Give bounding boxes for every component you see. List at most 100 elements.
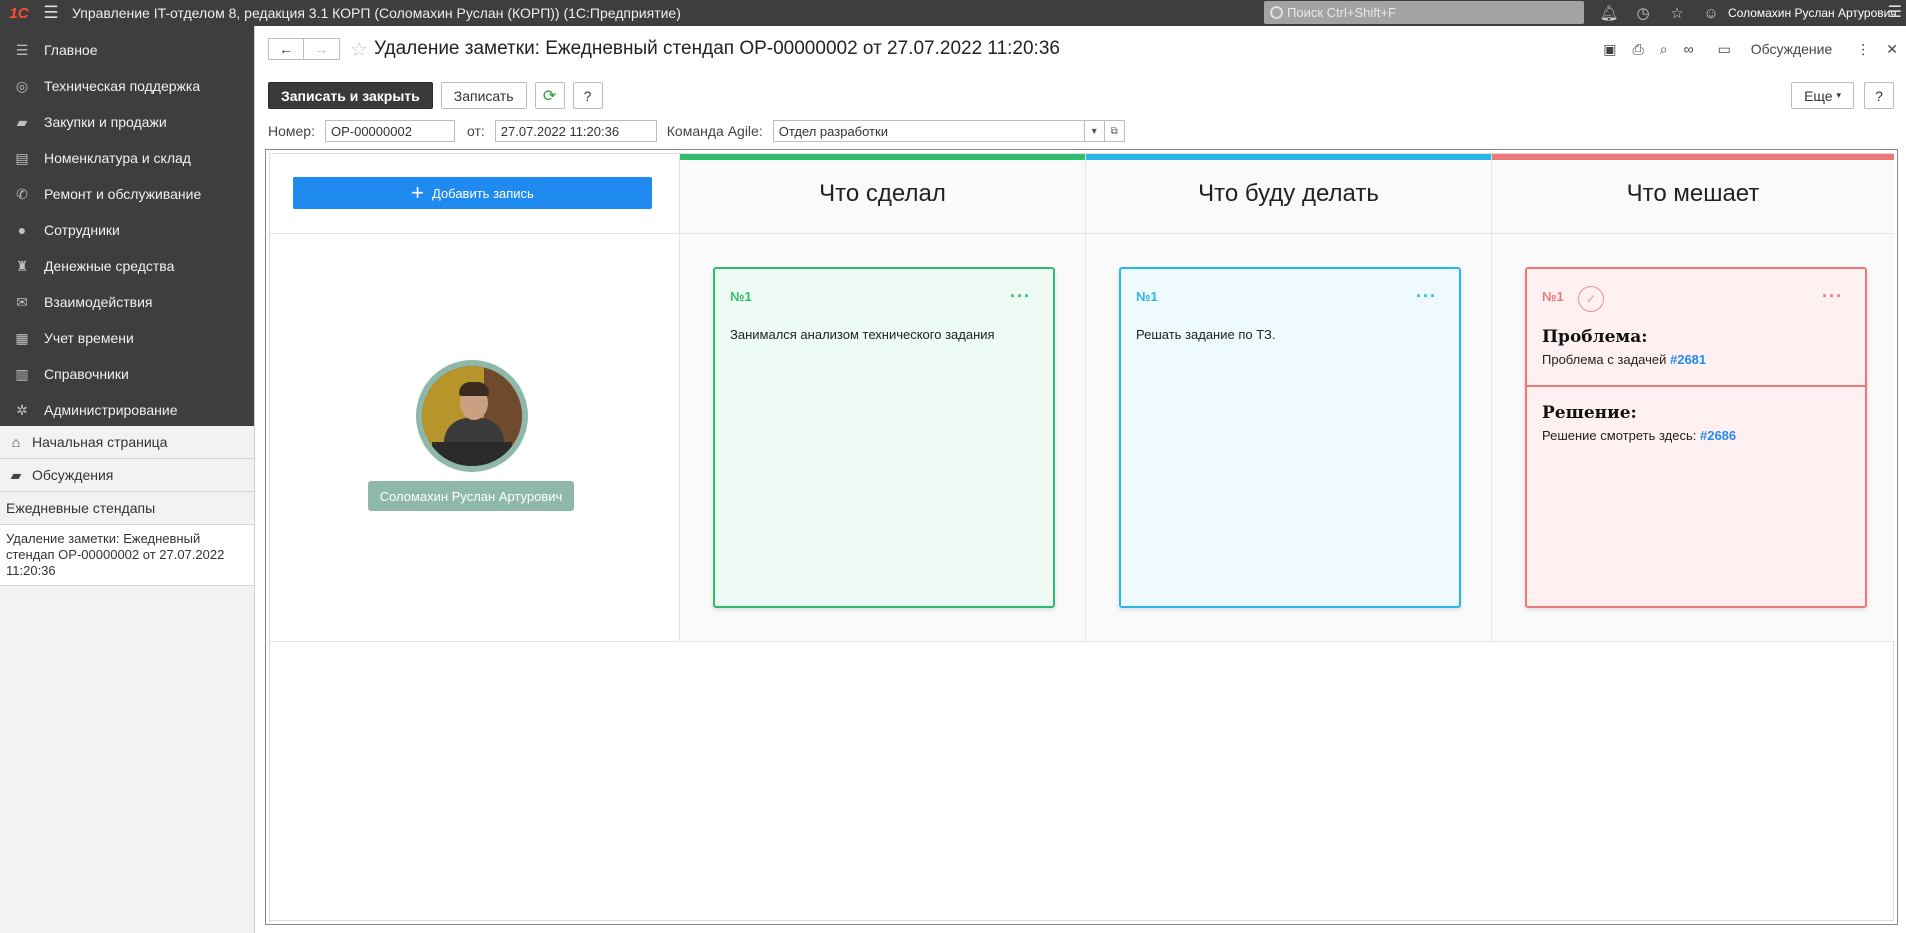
save-button[interactable]: Записать (440, 82, 527, 109)
solution-link[interactable]: #2686 (1700, 428, 1736, 443)
more-actions-icon[interactable]: ⋮ (1856, 41, 1870, 58)
section-support[interactable]: ◎ Техническая поддержка (0, 68, 254, 104)
section-references[interactable]: ▥ Справочники (0, 356, 254, 392)
form-title: Удаление заметки: Ежедневный стендап ОР-… (373, 38, 1060, 59)
global-search-input[interactable]: Поиск Ctrl+Shift+F (1264, 1, 1584, 24)
card-menu-icon[interactable]: ··· (1010, 286, 1031, 307)
problem-link[interactable]: #2681 (1670, 352, 1706, 367)
section-employees[interactable]: ● Сотрудники (0, 212, 254, 248)
card-menu-icon[interactable]: ··· (1822, 286, 1843, 307)
column-blockers-body: №1 ✓ ··· Проблема: Проблема с задачей #2… (1492, 234, 1894, 642)
problem-text: Проблема с задачей #2681 (1542, 352, 1707, 367)
column-done-stripe (680, 154, 1085, 160)
top-bar: 1С ☰ Управление IT-отделом 8, редакция 3… (0, 0, 1906, 26)
warehouse-icon: ▤ (15, 149, 29, 166)
card-number: №1 (730, 289, 752, 304)
column-done-header: Что сделал (680, 154, 1086, 234)
solution-text: Решение смотреть здесь: #2686 (1542, 428, 1737, 443)
card-text: Занимался анализом технического задания (730, 327, 995, 342)
employee-name[interactable]: Соломахин Руслан Артурович (368, 481, 574, 511)
home-icon: ⌂ (11, 434, 21, 450)
avatar-photo (422, 366, 522, 466)
close-icon[interactable]: ✕ (1886, 41, 1898, 58)
section-time[interactable]: ▦ Учет времени (0, 320, 254, 356)
date-label: от: (466, 123, 485, 139)
avatar (416, 360, 528, 472)
chevron-down-icon: ▾ (1836, 90, 1841, 100)
history-icon[interactable]: ◷ (1626, 4, 1660, 22)
refresh-icon[interactable]: ⟳ (534, 82, 565, 109)
section-interactions[interactable]: ✉ Взаимодействия (0, 284, 254, 320)
plus-icon: + (411, 180, 424, 205)
check-circle-icon[interactable]: ✓ (1578, 286, 1604, 312)
column-todo-stripe (1086, 154, 1491, 160)
help-button-right[interactable]: ? (1864, 82, 1894, 109)
card-menu-icon[interactable]: ··· (1416, 286, 1437, 307)
employee-cell: Соломахин Руслан Артурович (270, 234, 680, 642)
done-card[interactable]: №1 ··· Занимался анализом технического з… (713, 267, 1055, 608)
column-blockers-header: Что мешает (1492, 154, 1894, 234)
number-field[interactable]: ОР-00000002 (324, 120, 455, 142)
team-select[interactable]: Отдел разработки ▼ (772, 120, 1105, 142)
favorites-icon[interactable]: ☆ (1660, 4, 1694, 22)
date-field[interactable]: 27.07.2022 11:20:36 (494, 120, 657, 142)
search-placeholder: Поиск Ctrl+Shift+F (1287, 5, 1396, 20)
save-icon[interactable]: ▣ (1603, 41, 1616, 58)
number-label: Номер: (268, 123, 315, 139)
board-actions-header: + Добавить запись (270, 154, 680, 234)
print-icon[interactable]: ⎙ (1633, 41, 1644, 58)
open-window-standups[interactable]: Ежедневные стендапы (0, 492, 254, 525)
open-window-active[interactable]: Удаление заметки: Ежедневный стендап ОР-… (0, 525, 254, 586)
solution-title: Решение: (1542, 403, 1637, 423)
bell-icon[interactable]: 🔔︎ (1592, 4, 1626, 22)
home-page-link[interactable]: ⌂ Начальная страница (0, 426, 254, 459)
search-icon (1270, 6, 1283, 19)
card-divider (1527, 385, 1865, 387)
card-number: №1 (1542, 289, 1564, 304)
discussion-button[interactable]: ▭ Обсуждение (1710, 41, 1841, 58)
section-repair[interactable]: ✆ Ремонт и обслуживание (0, 176, 254, 212)
section-admin[interactable]: ✲ Администрирование (0, 392, 254, 428)
menu-icon: ☰ (15, 41, 29, 58)
column-blockers-stripe (1492, 154, 1894, 160)
app-logo[interactable]: 1С (0, 0, 38, 26)
section-main[interactable]: ☰ Главное (0, 32, 254, 68)
money-icon: ♜ (15, 257, 29, 274)
user-icon[interactable]: ☺ (1694, 5, 1728, 22)
chat-icon: ▰ (10, 466, 22, 483)
help-button[interactable]: ? (572, 82, 603, 109)
problem-title: Проблема: (1542, 327, 1648, 347)
chat-icon: ▭ (1717, 40, 1731, 57)
back-button[interactable]: ← (268, 38, 304, 60)
standup-board: + Добавить запись Соломахин Руслан Артур… (265, 149, 1898, 925)
chevron-down-icon[interactable]: ▼ (1083, 121, 1104, 141)
settings-menu-icon[interactable]: ☰ (1888, 0, 1902, 26)
section-money[interactable]: ♜ Денежные средства (0, 248, 254, 284)
section-warehouse[interactable]: ▤ Номенклатура и склад (0, 140, 254, 176)
todo-card[interactable]: №1 ··· Решать задание по ТЗ. (1119, 267, 1461, 608)
add-entry-button[interactable]: + Добавить запись (293, 177, 652, 209)
app-title: Управление IT-отделом 8, редакция 3.1 КО… (72, 5, 681, 21)
forward-button[interactable]: → (304, 38, 340, 60)
books-icon: ▥ (15, 365, 29, 382)
calendar-icon: ▦ (15, 329, 29, 346)
link-icon[interactable]: ∞ (1684, 41, 1694, 57)
current-user[interactable]: Соломахин Руслан Артурович (1728, 0, 1897, 26)
blocker-card[interactable]: №1 ✓ ··· Проблема: Проблема с задачей #2… (1525, 267, 1867, 608)
save-close-button[interactable]: Записать и закрыть (268, 82, 433, 109)
repair-icon: ✆ (16, 185, 28, 202)
section-purchases[interactable]: ▰ Закупки и продажи (0, 104, 254, 140)
sections-panel: ☰ Главное ◎ Техническая поддержка ▰ Закупки… (0, 26, 254, 426)
main-menu-icon[interactable]: ☰ (38, 0, 64, 26)
column-done-body: №1 ··· Занимался анализом технического з… (680, 234, 1086, 642)
more-button[interactable]: Еще ▾ (1791, 82, 1854, 109)
truck-icon: ▰ (16, 113, 28, 130)
sidebar: ☰ Главное ◎ Техническая поддержка ▰ Закупки… (0, 26, 255, 933)
column-todo-body: №1 ··· Решать задание по ТЗ. (1086, 234, 1492, 642)
favorite-star-icon[interactable]: ☆ (350, 37, 368, 62)
gear-icon: ✲ (16, 401, 28, 418)
discussions-link[interactable]: ▰ Обсуждения (0, 459, 254, 492)
open-team-icon[interactable]: ⧉ (1104, 120, 1125, 142)
preview-icon[interactable]: ⌕ (1660, 41, 1668, 58)
document-form: ← → ☆ Удаление заметки: Ежедневный стенд… (256, 26, 1906, 933)
